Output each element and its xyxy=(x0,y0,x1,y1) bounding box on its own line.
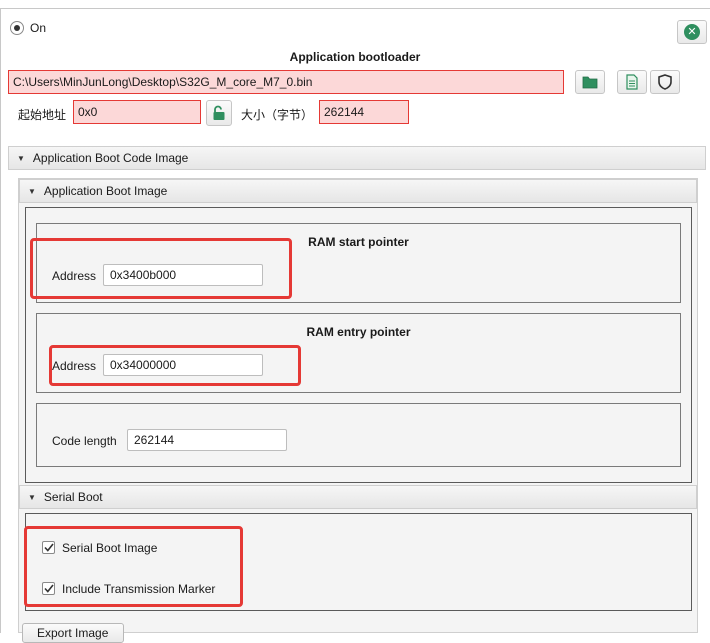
app-title: Application bootloader xyxy=(289,50,421,64)
code-length-label: Code length xyxy=(52,434,117,448)
ram-entry-highlight xyxy=(49,345,301,386)
section-serial-boot-label: Serial Boot xyxy=(43,490,103,504)
section-boot-code-label: Application Boot Code Image xyxy=(32,151,189,165)
size-field[interactable]: 262144 xyxy=(319,100,409,124)
serial-boot-highlight xyxy=(24,526,243,607)
code-length-input[interactable]: 262144 xyxy=(127,429,287,451)
shield-button[interactable] xyxy=(650,70,680,94)
radio-on-label: On xyxy=(30,21,47,35)
ram-entry-title: RAM entry pointer xyxy=(306,325,411,339)
ram-start-highlight xyxy=(30,238,292,299)
document-button[interactable] xyxy=(617,70,647,94)
shield-icon xyxy=(658,74,672,90)
section-boot-image-header[interactable]: ▼ Application Boot Image xyxy=(19,179,697,203)
open-folder-button[interactable] xyxy=(575,70,605,94)
unlock-button[interactable] xyxy=(206,100,232,126)
folder-icon xyxy=(582,76,598,89)
section-boot-image-label: Application Boot Image xyxy=(43,184,168,198)
document-icon xyxy=(626,74,638,90)
export-image-button[interactable]: Export Image xyxy=(22,623,124,643)
start-address-field[interactable]: 0x0 xyxy=(73,100,201,124)
unlock-icon xyxy=(213,105,225,120)
triangle-down-icon: ▼ xyxy=(17,153,25,163)
section-boot-code-header[interactable]: ▼ Application Boot Code Image xyxy=(8,146,706,170)
close-button[interactable]: ✕ xyxy=(677,20,707,44)
file-path-field[interactable]: C:\Users\MinJunLong\Desktop\S32G_M_core_… xyxy=(8,70,564,94)
triangle-down-icon: ▼ xyxy=(28,492,36,502)
close-circle-icon: ✕ xyxy=(684,24,700,40)
triangle-down-icon: ▼ xyxy=(28,186,36,196)
start-address-label: 起始地址 xyxy=(18,108,67,122)
section-serial-boot-header[interactable]: ▼ Serial Boot xyxy=(19,485,697,509)
radio-on[interactable] xyxy=(10,21,24,35)
size-label: 大小（字节） xyxy=(241,108,314,122)
